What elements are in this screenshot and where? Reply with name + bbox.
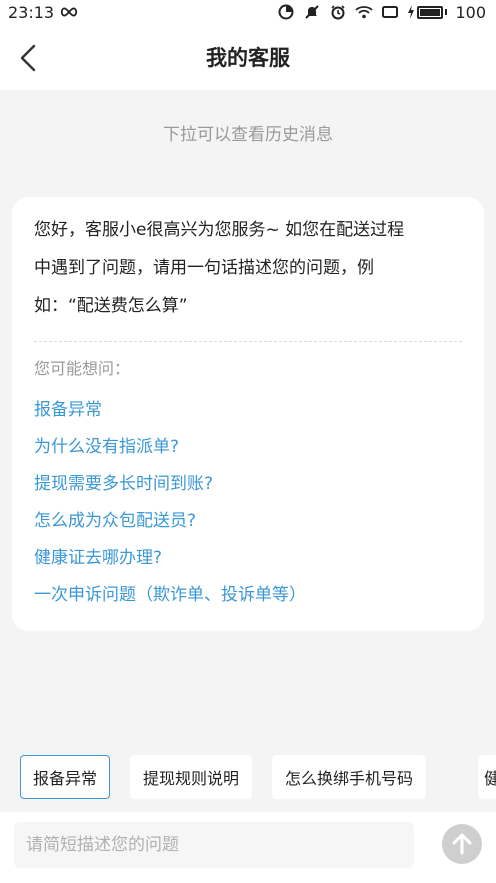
status-time: 23:13 [8, 2, 55, 22]
pull-hint: 下拉可以查看历史消息 [163, 125, 333, 145]
suggestion-link[interactable]: 怎么成为众包配送员? [34, 503, 462, 540]
status-right: 100 [277, 3, 486, 22]
arrow-up-icon [452, 833, 472, 855]
charging-icon [408, 5, 415, 19]
alarm-icon [329, 3, 347, 21]
suggestion-link[interactable]: 为什么没有指派单? [34, 429, 462, 466]
battery-icon [407, 5, 448, 19]
welcome-line: 您好，客服小e很高兴为您服务~ 如您在配送过程 [34, 220, 405, 240]
infinity-icon [60, 3, 78, 21]
back-button[interactable] [12, 42, 44, 74]
chip-change-phone[interactable]: 怎么换绑手机号码 [272, 755, 427, 799]
chip-withdraw-rules[interactable]: 提现规则说明 [130, 755, 253, 799]
battery-level: 100 [455, 2, 486, 22]
screen-icon [381, 3, 399, 21]
mute-icon [303, 3, 321, 21]
chip-partial[interactable]: 健 [478, 755, 496, 799]
chevron-left-icon [20, 44, 36, 72]
suggestion-link[interactable]: 健康证去哪办理? [34, 540, 462, 577]
welcome-line: 如：“配送费怎么算” [34, 296, 188, 316]
page-title: 我的客服 [206, 46, 290, 70]
message-input[interactable] [14, 822, 414, 868]
input-bar [0, 812, 496, 883]
battery-tip [445, 9, 448, 15]
chip-report-exception[interactable]: 报备异常 [20, 755, 111, 799]
status-left: 23:13 [8, 3, 78, 22]
welcome-line: 中遇到了问题，请用一句话描述您的问题，例 [34, 258, 374, 278]
welcome-message: 您好，客服小e很高兴为您服务~ 如您在配送过程 中遇到了问题，请用一句话描述您的… [34, 211, 462, 325]
chat-bubble: 您好，客服小e很高兴为您服务~ 如您在配送过程 中遇到了问题，请用一句话描述您的… [12, 197, 484, 631]
send-button[interactable] [442, 824, 482, 864]
data-saver-icon [277, 3, 295, 21]
status-bar: 23:13 100 [0, 0, 496, 24]
suggest-title: 您可能想问： [34, 359, 131, 378]
battery-body [417, 5, 444, 19]
suggestion-link[interactable]: 提现需要多长时间到账? [34, 466, 462, 503]
suggestion-list: 报备异常 为什么没有指派单? 提现需要多长时间到账? 怎么成为众包配送员? 健康… [34, 392, 462, 614]
wifi-icon [355, 3, 374, 21]
suggestion-link[interactable]: 报备异常 [34, 392, 462, 429]
dashed-divider [34, 341, 462, 342]
header: 我的客服 [0, 24, 496, 90]
suggestion-link[interactable]: 一次申诉问题（欺诈单、投诉单等） [34, 577, 462, 614]
quick-chips: 报备异常 提现规则说明 怎么换绑手机号码 [20, 755, 427, 801]
